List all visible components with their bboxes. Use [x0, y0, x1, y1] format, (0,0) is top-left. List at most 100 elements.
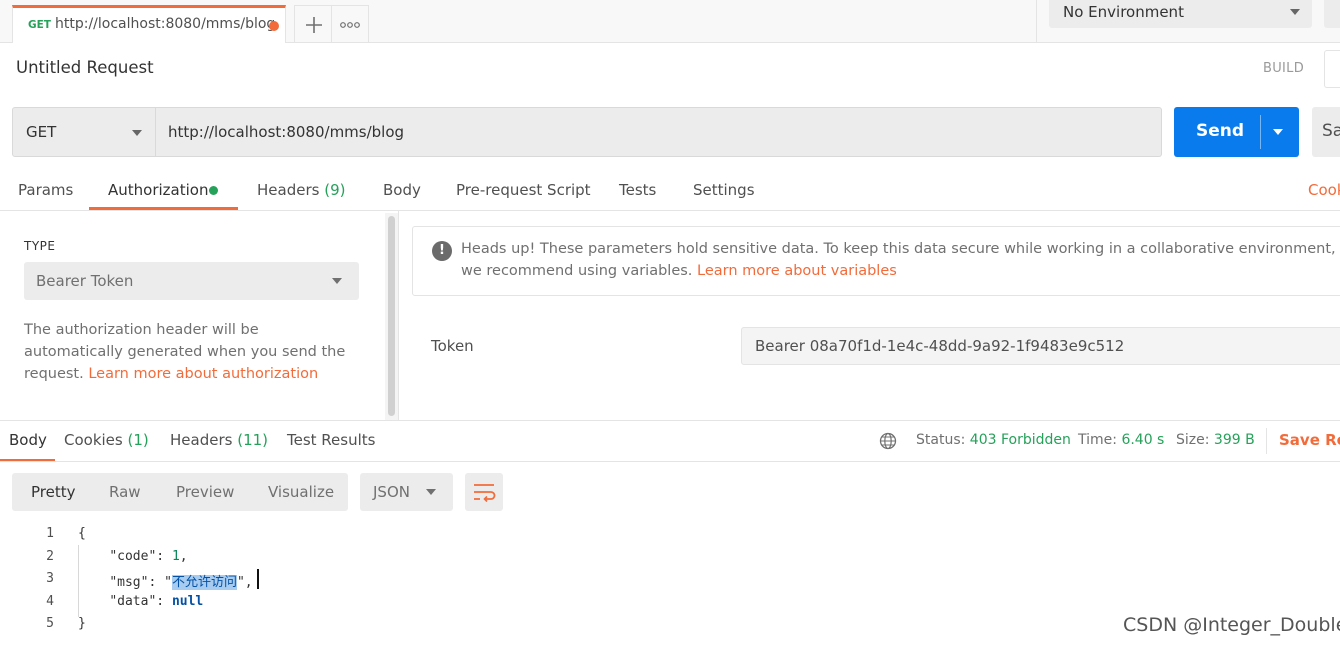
time-value: 6.40 s — [1121, 432, 1165, 448]
pane-divider[interactable] — [398, 211, 399, 420]
token-input[interactable] — [741, 327, 1340, 365]
size-label: Size: — [1176, 432, 1210, 448]
request-tab-url: http://localhost:8080/mms/blog — [55, 16, 276, 32]
tab-count: (9) — [324, 181, 346, 199]
response-status[interactable]: Status: 403 Forbidden — [916, 432, 1071, 448]
tab-label: Authorization — [108, 181, 209, 199]
tab-tests[interactable]: Tests — [619, 181, 656, 199]
layout-toggle-button[interactable] — [1324, 50, 1340, 88]
environment-select[interactable]: No Environment — [1049, 0, 1312, 28]
tab-settings[interactable]: Settings — [693, 181, 755, 199]
tab-label: Tests — [619, 181, 657, 199]
line-number: 5 — [46, 616, 54, 631]
tab-body[interactable]: Body — [383, 181, 421, 199]
divider — [1260, 115, 1261, 149]
format-pretty-button[interactable]: Pretty — [31, 483, 76, 501]
heads-up-text: Heads up! These parameters hold sensitiv… — [461, 238, 1336, 282]
tab-label: Pre-request Script — [456, 181, 591, 199]
scrollbar-thumb[interactable] — [388, 216, 395, 416]
method-select[interactable]: GET — [12, 107, 156, 157]
tab-label: Headers — [257, 181, 320, 199]
ellipsis-icon — [340, 22, 360, 28]
plus-icon — [306, 17, 322, 33]
globe-icon[interactable] — [879, 432, 897, 450]
chevron-down-icon — [132, 130, 142, 136]
build-mode-label[interactable]: BUILD — [1263, 61, 1304, 76]
code-line[interactable]: "data": null — [78, 594, 203, 609]
response-time[interactable]: Time: 6.40 s — [1078, 432, 1164, 448]
response-tab-body[interactable]: Body — [9, 431, 47, 449]
wrap-lines-button[interactable] — [465, 473, 503, 511]
tab-authorization[interactable]: Authorization — [108, 181, 208, 199]
token-label: Token — [431, 337, 474, 355]
response-tab-cookies[interactable]: Cookies (1) — [64, 431, 149, 449]
chevron-down-icon — [1290, 9, 1300, 15]
code-line[interactable]: "msg": "不允许访问", — [78, 571, 253, 590]
code-line[interactable]: { — [78, 526, 86, 541]
divider — [0, 210, 1340, 211]
environment-quick-look-button[interactable] — [1324, 0, 1340, 28]
format-visualize-button[interactable]: Visualize — [268, 483, 334, 501]
tab-label: Cookies — [64, 431, 123, 449]
learn-more-variables-link[interactable]: Learn more about variables — [697, 263, 897, 279]
response-tab-test-results[interactable]: Test Results — [287, 431, 375, 449]
response-size[interactable]: Size: 399 B — [1176, 432, 1255, 448]
auth-type-select[interactable]: Bearer Token — [24, 262, 359, 300]
method-label: GET — [26, 123, 57, 141]
json-brace: { — [78, 526, 86, 541]
response-tab-headers[interactable]: Headers (11) — [170, 431, 268, 449]
tab-label: Settings — [693, 181, 755, 199]
auth-description: The authorization header will be automat… — [24, 319, 359, 385]
send-button[interactable]: Send — [1174, 107, 1299, 157]
save-label: Sa — [1322, 121, 1340, 141]
tab-count: (1) — [127, 431, 149, 449]
send-label: Send — [1196, 121, 1245, 141]
line-number: 1 — [46, 526, 54, 541]
status-label: Status: — [916, 432, 966, 448]
tab-label: Headers — [170, 431, 233, 449]
learn-more-authorization-link[interactable]: Learn more about authorization — [88, 366, 318, 382]
save-button[interactable]: Sa — [1312, 107, 1340, 157]
json-number: 1 — [171, 549, 180, 564]
language-label: JSON — [373, 483, 410, 501]
heads-up-message: Heads up! These parameters hold sensitiv… — [461, 241, 1336, 279]
tab-params[interactable]: Params — [18, 181, 73, 199]
new-tab-button[interactable] — [294, 5, 332, 43]
more-tabs-button[interactable] — [332, 5, 369, 43]
watermark: CSDN @Integer_Double — [1123, 614, 1340, 636]
format-preview-button[interactable]: Preview — [176, 483, 234, 501]
wrap-lines-icon — [474, 484, 496, 503]
line-number: 3 — [46, 571, 54, 586]
chevron-down-icon — [426, 489, 436, 495]
save-response-button[interactable]: Save Res — [1279, 431, 1340, 449]
format-raw-button[interactable]: Raw — [109, 483, 141, 501]
divider — [1036, 0, 1037, 43]
code-line[interactable]: } — [78, 616, 86, 631]
chevron-down-icon[interactable] — [1273, 129, 1283, 135]
auth-type-value: Bearer Token — [36, 272, 134, 290]
tab-label: Body — [9, 431, 47, 449]
cookies-link[interactable]: Cook — [1308, 181, 1340, 199]
url-input[interactable] — [156, 107, 1162, 157]
line-number: 2 — [46, 549, 54, 564]
unsaved-dot-icon — [269, 21, 279, 31]
language-select[interactable]: JSON — [360, 473, 453, 511]
environment-label: No Environment — [1063, 3, 1184, 21]
tab-headers[interactable]: Headers (9) — [257, 181, 345, 199]
chevron-down-icon — [332, 278, 342, 284]
code-line[interactable]: "code": 1, — [78, 549, 187, 564]
divider — [0, 420, 1340, 421]
divider — [1266, 428, 1267, 454]
tab-pre-request-script[interactable]: Pre-request Script — [456, 181, 591, 199]
tab-label: Body — [383, 181, 421, 199]
tab-label: Params — [18, 181, 74, 199]
request-tab[interactable]: GET http://localhost:8080/mms/blog — [12, 5, 286, 43]
tab-label: Test Results — [287, 431, 376, 449]
time-label: Time: — [1078, 432, 1117, 448]
size-value: 399 B — [1213, 432, 1255, 448]
request-title[interactable]: Untitled Request — [16, 58, 154, 77]
status-dot-icon — [209, 186, 218, 195]
request-tab-method: GET — [28, 19, 51, 31]
json-key: "data" — [109, 594, 157, 609]
status-value: 403 Forbidden — [969, 432, 1071, 448]
